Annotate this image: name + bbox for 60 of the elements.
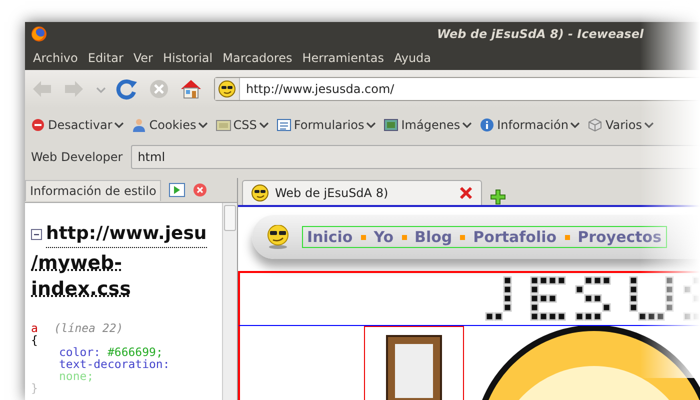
css-selector: a bbox=[31, 321, 38, 335]
window-title: Web de jEsuSdA 8) - Iceweasel bbox=[437, 26, 644, 40]
nav-link[interactable]: Inicio bbox=[307, 228, 353, 246]
menu-item[interactable]: Herramientas bbox=[298, 48, 388, 68]
close-icon[interactable] bbox=[459, 186, 473, 200]
menu-item[interactable]: Ayuda bbox=[390, 48, 436, 68]
stylesheet-link[interactable]: /myweb-index.css bbox=[31, 250, 141, 302]
form-icon bbox=[276, 118, 292, 132]
person-icon bbox=[132, 118, 148, 132]
smiley-icon bbox=[266, 225, 290, 249]
smiley-icon bbox=[251, 184, 269, 202]
nav-link[interactable]: Proyectos bbox=[578, 228, 662, 246]
plus-icon[interactable] bbox=[490, 189, 506, 205]
menu-item[interactable]: Historial bbox=[158, 48, 217, 68]
sidebar-title: Información de estilo bbox=[25, 180, 162, 200]
caret-icon bbox=[570, 121, 580, 129]
url-field[interactable]: http://www.jesusda.com/ bbox=[214, 77, 700, 101]
no-entry-icon bbox=[31, 118, 46, 132]
toolbar-menu-button[interactable]: Formularios bbox=[294, 118, 364, 132]
browser-tab[interactable]: Web de jEsuSdA 8) bbox=[242, 180, 482, 205]
scrollbar[interactable] bbox=[222, 203, 237, 400]
stylesheet-link[interactable]: http://www.jesu bbox=[46, 221, 207, 248]
caret-icon bbox=[258, 121, 269, 129]
panel-icon[interactable] bbox=[169, 183, 186, 197]
css-property: text-decoration: bbox=[59, 357, 170, 371]
toolbar-menu-button[interactable]: Varios bbox=[605, 118, 642, 132]
reload-icon[interactable] bbox=[116, 78, 138, 100]
css-property: color: bbox=[59, 345, 101, 359]
toolbar-menu-button[interactable]: Información bbox=[497, 118, 568, 132]
home-icon[interactable] bbox=[180, 78, 202, 100]
caret-icon bbox=[644, 121, 654, 129]
toolbar-menu-button[interactable]: Imágenes bbox=[401, 118, 460, 132]
nav-link[interactable]: Yo bbox=[374, 228, 394, 246]
code-brace: { bbox=[31, 334, 39, 346]
smiley-icon bbox=[218, 80, 236, 98]
browser-logo-icon bbox=[31, 26, 47, 42]
nav-link[interactable]: Portafolio bbox=[473, 228, 557, 246]
caret-icon bbox=[462, 121, 472, 129]
line-number: (línea 22) bbox=[54, 321, 124, 335]
picture-icon bbox=[384, 118, 400, 132]
toolbar-menu-button[interactable]: Cookies bbox=[149, 118, 196, 132]
info-icon bbox=[480, 118, 496, 132]
css-value: #666699; bbox=[107, 345, 163, 359]
menu-item[interactable]: Editar bbox=[84, 48, 128, 68]
cube-icon bbox=[588, 118, 604, 132]
menu-item[interactable]: Archivo bbox=[29, 48, 82, 68]
caret-icon bbox=[198, 121, 208, 129]
css-value: none; bbox=[59, 370, 95, 382]
photo-placeholder bbox=[386, 335, 442, 400]
toolbar-label: Web Developer bbox=[31, 150, 123, 164]
menu-item[interactable]: Ver bbox=[129, 48, 157, 68]
nav-link[interactable]: Blog bbox=[414, 228, 452, 246]
toolbar-menu-button[interactable]: Desactivar bbox=[48, 118, 112, 132]
menu-item[interactable]: Marcadores bbox=[218, 48, 296, 68]
close-icon[interactable] bbox=[193, 183, 208, 197]
css-card-icon bbox=[216, 118, 232, 132]
caret-icon bbox=[114, 121, 124, 129]
code-brace: } bbox=[31, 382, 39, 394]
toolbar-menu-button[interactable]: CSS bbox=[233, 118, 257, 132]
caret-icon bbox=[366, 121, 376, 129]
